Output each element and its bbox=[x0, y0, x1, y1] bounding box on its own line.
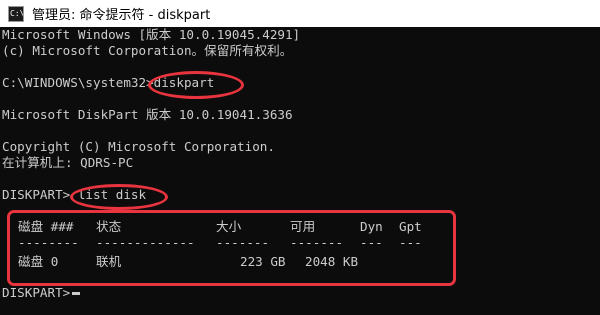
console-line-computer-name: 在计算机上: QDRS-PC bbox=[2, 155, 134, 170]
highlight-list-disk-command bbox=[70, 184, 168, 210]
console-line-diskpart-version: Microsoft DiskPart 版本 10.0.19041.3636 bbox=[2, 107, 293, 122]
console-line-copyright: (c) Microsoft Corporation。保留所有权利。 bbox=[2, 43, 293, 58]
cmd-icon: C:\ bbox=[8, 5, 24, 22]
highlight-disk-table bbox=[7, 210, 456, 286]
highlight-diskpart-command bbox=[148, 71, 244, 99]
window-title: 管理员: 命令提示符 - diskpart bbox=[32, 8, 211, 23]
console-line-version: Microsoft Windows [版本 10.0.19045.4291] bbox=[2, 27, 301, 42]
diskpart-prompt: DISKPART> bbox=[2, 285, 71, 300]
title-bar[interactable]: C:\ 管理员: 命令提示符 - diskpart bbox=[0, 0, 600, 27]
console-line-diskpart-copyright: Copyright (C) Microsoft Corporation. bbox=[2, 139, 275, 154]
text-cursor bbox=[72, 292, 80, 295]
